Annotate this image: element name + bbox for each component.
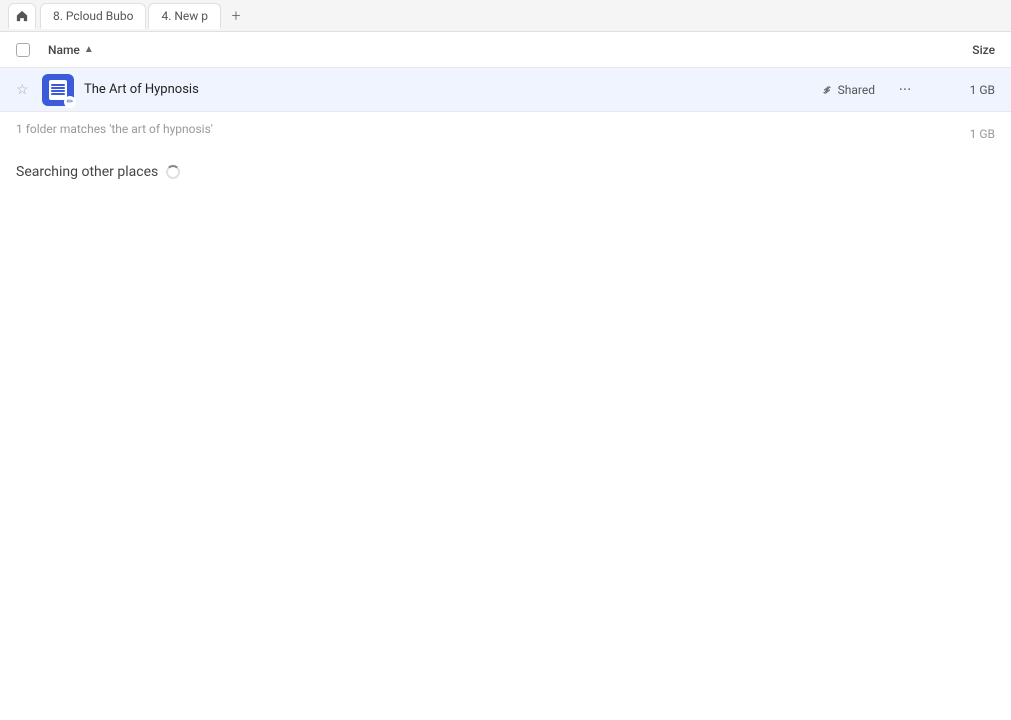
tab-new-p[interactable]: 4. New p bbox=[148, 3, 221, 29]
file-name-label: The Art of Hypnosis bbox=[84, 82, 820, 97]
checkbox-icon bbox=[16, 43, 30, 57]
file-page-icon bbox=[49, 80, 67, 100]
match-text: 1 folder matches 'the art of hypnosis' bbox=[0, 112, 229, 156]
new-tab-button[interactable]: + bbox=[223, 3, 249, 29]
match-size: 1 GB bbox=[970, 127, 1011, 141]
name-column-header[interactable]: Name ▲ bbox=[48, 43, 915, 57]
searching-section: Searching other places bbox=[0, 156, 1011, 188]
home-tab[interactable] bbox=[8, 3, 36, 29]
tab-pcloud-bubo[interactable]: 8. Pcloud Bubo bbox=[40, 3, 146, 29]
pencil-badge-icon: ✏ bbox=[64, 96, 76, 108]
shared-badge: Shared bbox=[820, 83, 875, 97]
tab-bar: 8. Pcloud Bubo 4. New p + bbox=[0, 0, 1011, 32]
star-icon[interactable]: ☆ bbox=[16, 82, 36, 98]
home-icon bbox=[15, 9, 29, 23]
file-size-value: 1 GB bbox=[935, 83, 995, 97]
column-header-row: Name ▲ Size bbox=[0, 32, 1011, 68]
more-options-button[interactable]: ··· bbox=[891, 76, 919, 104]
link-icon bbox=[820, 83, 834, 97]
loading-spinner bbox=[166, 165, 180, 179]
match-row: 1 folder matches 'the art of hypnosis' 1… bbox=[0, 112, 1011, 156]
select-all-checkbox[interactable] bbox=[16, 43, 40, 57]
file-row[interactable]: ☆ ✏ The Art of Hypnosis Shared ··· 1 GB bbox=[0, 68, 1011, 112]
size-column-header[interactable]: Size bbox=[915, 43, 995, 57]
searching-label: Searching other places bbox=[16, 164, 158, 180]
sort-arrow-icon: ▲ bbox=[84, 44, 94, 55]
file-icon: ✏ bbox=[42, 74, 74, 106]
